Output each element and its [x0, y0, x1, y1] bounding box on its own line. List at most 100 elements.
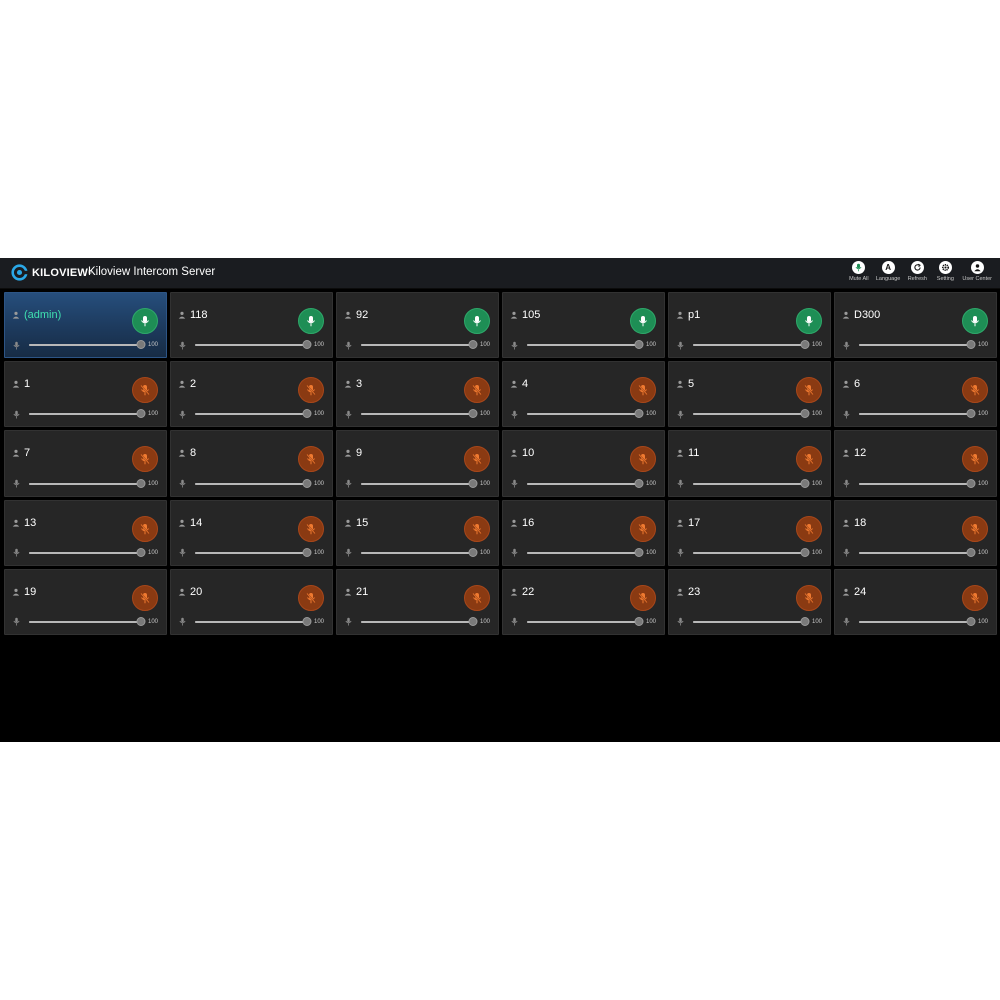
mic-muted-button[interactable] — [132, 377, 158, 404]
slider-thumb[interactable] — [302, 409, 312, 419]
slider-thumb[interactable] — [800, 478, 810, 488]
slider-thumb[interactable] — [468, 547, 478, 557]
volume-slider[interactable] — [527, 616, 644, 628]
volume-slider[interactable] — [527, 478, 644, 490]
user-card: 6 100 — [834, 361, 997, 428]
slider-thumb[interactable] — [136, 616, 146, 626]
slider-thumb[interactable] — [302, 616, 312, 626]
mic-muted-button[interactable] — [796, 377, 822, 404]
slider-thumb[interactable] — [302, 547, 312, 557]
slider-fill — [527, 344, 640, 347]
volume-slider[interactable] — [693, 547, 810, 559]
volume-slider[interactable] — [859, 547, 976, 559]
mic-muted-button[interactable] — [962, 515, 988, 542]
volume-slider[interactable] — [195, 547, 312, 559]
slider-thumb[interactable] — [966, 616, 976, 626]
volume-slider[interactable] — [527, 339, 644, 351]
slider-thumb[interactable] — [966, 547, 976, 557]
volume-slider[interactable] — [29, 408, 146, 420]
volume-slider[interactable] — [361, 478, 478, 490]
mic-on-button[interactable] — [796, 308, 822, 334]
mic-muted-button[interactable] — [298, 377, 324, 404]
mic-muted-button[interactable] — [630, 584, 656, 611]
slider-thumb[interactable] — [468, 340, 478, 350]
mic-muted-button[interactable] — [796, 584, 822, 611]
slider-thumb[interactable] — [966, 340, 976, 350]
user-name-row: 9 — [344, 447, 362, 459]
volume-slider[interactable] — [361, 547, 478, 559]
mic-on-button[interactable] — [132, 308, 158, 334]
mic-on-button[interactable] — [298, 308, 324, 334]
slider-thumb[interactable] — [800, 340, 810, 350]
volume-slider[interactable] — [527, 547, 644, 559]
mic-muted-button[interactable] — [464, 584, 490, 611]
mic-muted-button[interactable] — [298, 584, 324, 611]
slider-thumb[interactable] — [800, 616, 810, 626]
volume-slider[interactable] — [195, 408, 312, 420]
slider-thumb[interactable] — [136, 547, 146, 557]
volume-slider[interactable] — [693, 408, 810, 420]
mic-on-button[interactable] — [464, 308, 490, 334]
slider-thumb[interactable] — [634, 547, 644, 557]
volume-slider[interactable] — [859, 408, 976, 420]
mic-muted-button[interactable] — [132, 515, 158, 542]
volume-slider[interactable] — [29, 478, 146, 490]
slider-thumb[interactable] — [966, 478, 976, 488]
volume-slider[interactable] — [693, 478, 810, 490]
user-name: 14 — [190, 516, 203, 529]
mic-muted-button[interactable] — [630, 446, 656, 473]
mic-muted-button[interactable] — [132, 584, 158, 611]
slider-thumb[interactable] — [302, 340, 312, 350]
mic-on-button[interactable] — [630, 308, 656, 334]
user-center-button[interactable]: User Center — [962, 261, 992, 282]
slider-thumb[interactable] — [468, 616, 478, 626]
mic-muted-button[interactable] — [298, 446, 324, 473]
setting-button[interactable]: Setting — [934, 261, 956, 282]
volume-slider[interactable] — [361, 408, 478, 420]
mic-muted-button[interactable] — [298, 515, 324, 542]
volume-slider[interactable] — [859, 478, 976, 490]
volume-slider[interactable] — [859, 339, 976, 351]
refresh-button[interactable]: Refresh — [906, 261, 928, 282]
volume-slider[interactable] — [361, 339, 478, 351]
mic-muted-button[interactable] — [464, 377, 490, 404]
volume-slider[interactable] — [195, 478, 312, 490]
mic-on-button[interactable] — [962, 308, 988, 334]
volume-slider[interactable] — [29, 339, 146, 351]
volume-slider[interactable] — [29, 616, 146, 628]
volume-value: 100 — [645, 411, 656, 418]
mic-muted-button[interactable] — [630, 515, 656, 542]
slider-thumb[interactable] — [136, 409, 146, 419]
slider-thumb[interactable] — [634, 409, 644, 419]
volume-slider[interactable] — [29, 547, 146, 559]
slider-thumb[interactable] — [136, 478, 146, 488]
volume-slider[interactable] — [361, 616, 478, 628]
volume-slider[interactable] — [527, 408, 644, 420]
slider-thumb[interactable] — [302, 478, 312, 488]
mic-muted-button[interactable] — [796, 446, 822, 473]
slider-thumb[interactable] — [634, 340, 644, 350]
slider-thumb[interactable] — [800, 409, 810, 419]
mute-all-button[interactable]: Mute All — [848, 261, 870, 282]
mic-muted-button[interactable] — [464, 446, 490, 473]
slider-thumb[interactable] — [800, 547, 810, 557]
slider-thumb[interactable] — [634, 478, 644, 488]
mic-muted-button[interactable] — [962, 584, 988, 611]
mic-muted-button[interactable] — [962, 377, 988, 404]
mic-muted-button[interactable] — [464, 515, 490, 542]
language-button[interactable]: A Language — [876, 261, 900, 282]
mic-muted-button[interactable] — [962, 446, 988, 473]
volume-slider[interactable] — [693, 339, 810, 351]
mic-muted-button[interactable] — [796, 515, 822, 542]
slider-thumb[interactable] — [468, 478, 478, 488]
slider-thumb[interactable] — [634, 616, 644, 626]
volume-slider[interactable] — [859, 616, 976, 628]
slider-thumb[interactable] — [468, 409, 478, 419]
mic-muted-button[interactable] — [132, 446, 158, 473]
slider-thumb[interactable] — [136, 340, 146, 350]
volume-slider[interactable] — [195, 339, 312, 351]
mic-muted-button[interactable] — [630, 377, 656, 404]
volume-slider[interactable] — [693, 616, 810, 628]
volume-slider[interactable] — [195, 616, 312, 628]
slider-thumb[interactable] — [966, 409, 976, 419]
